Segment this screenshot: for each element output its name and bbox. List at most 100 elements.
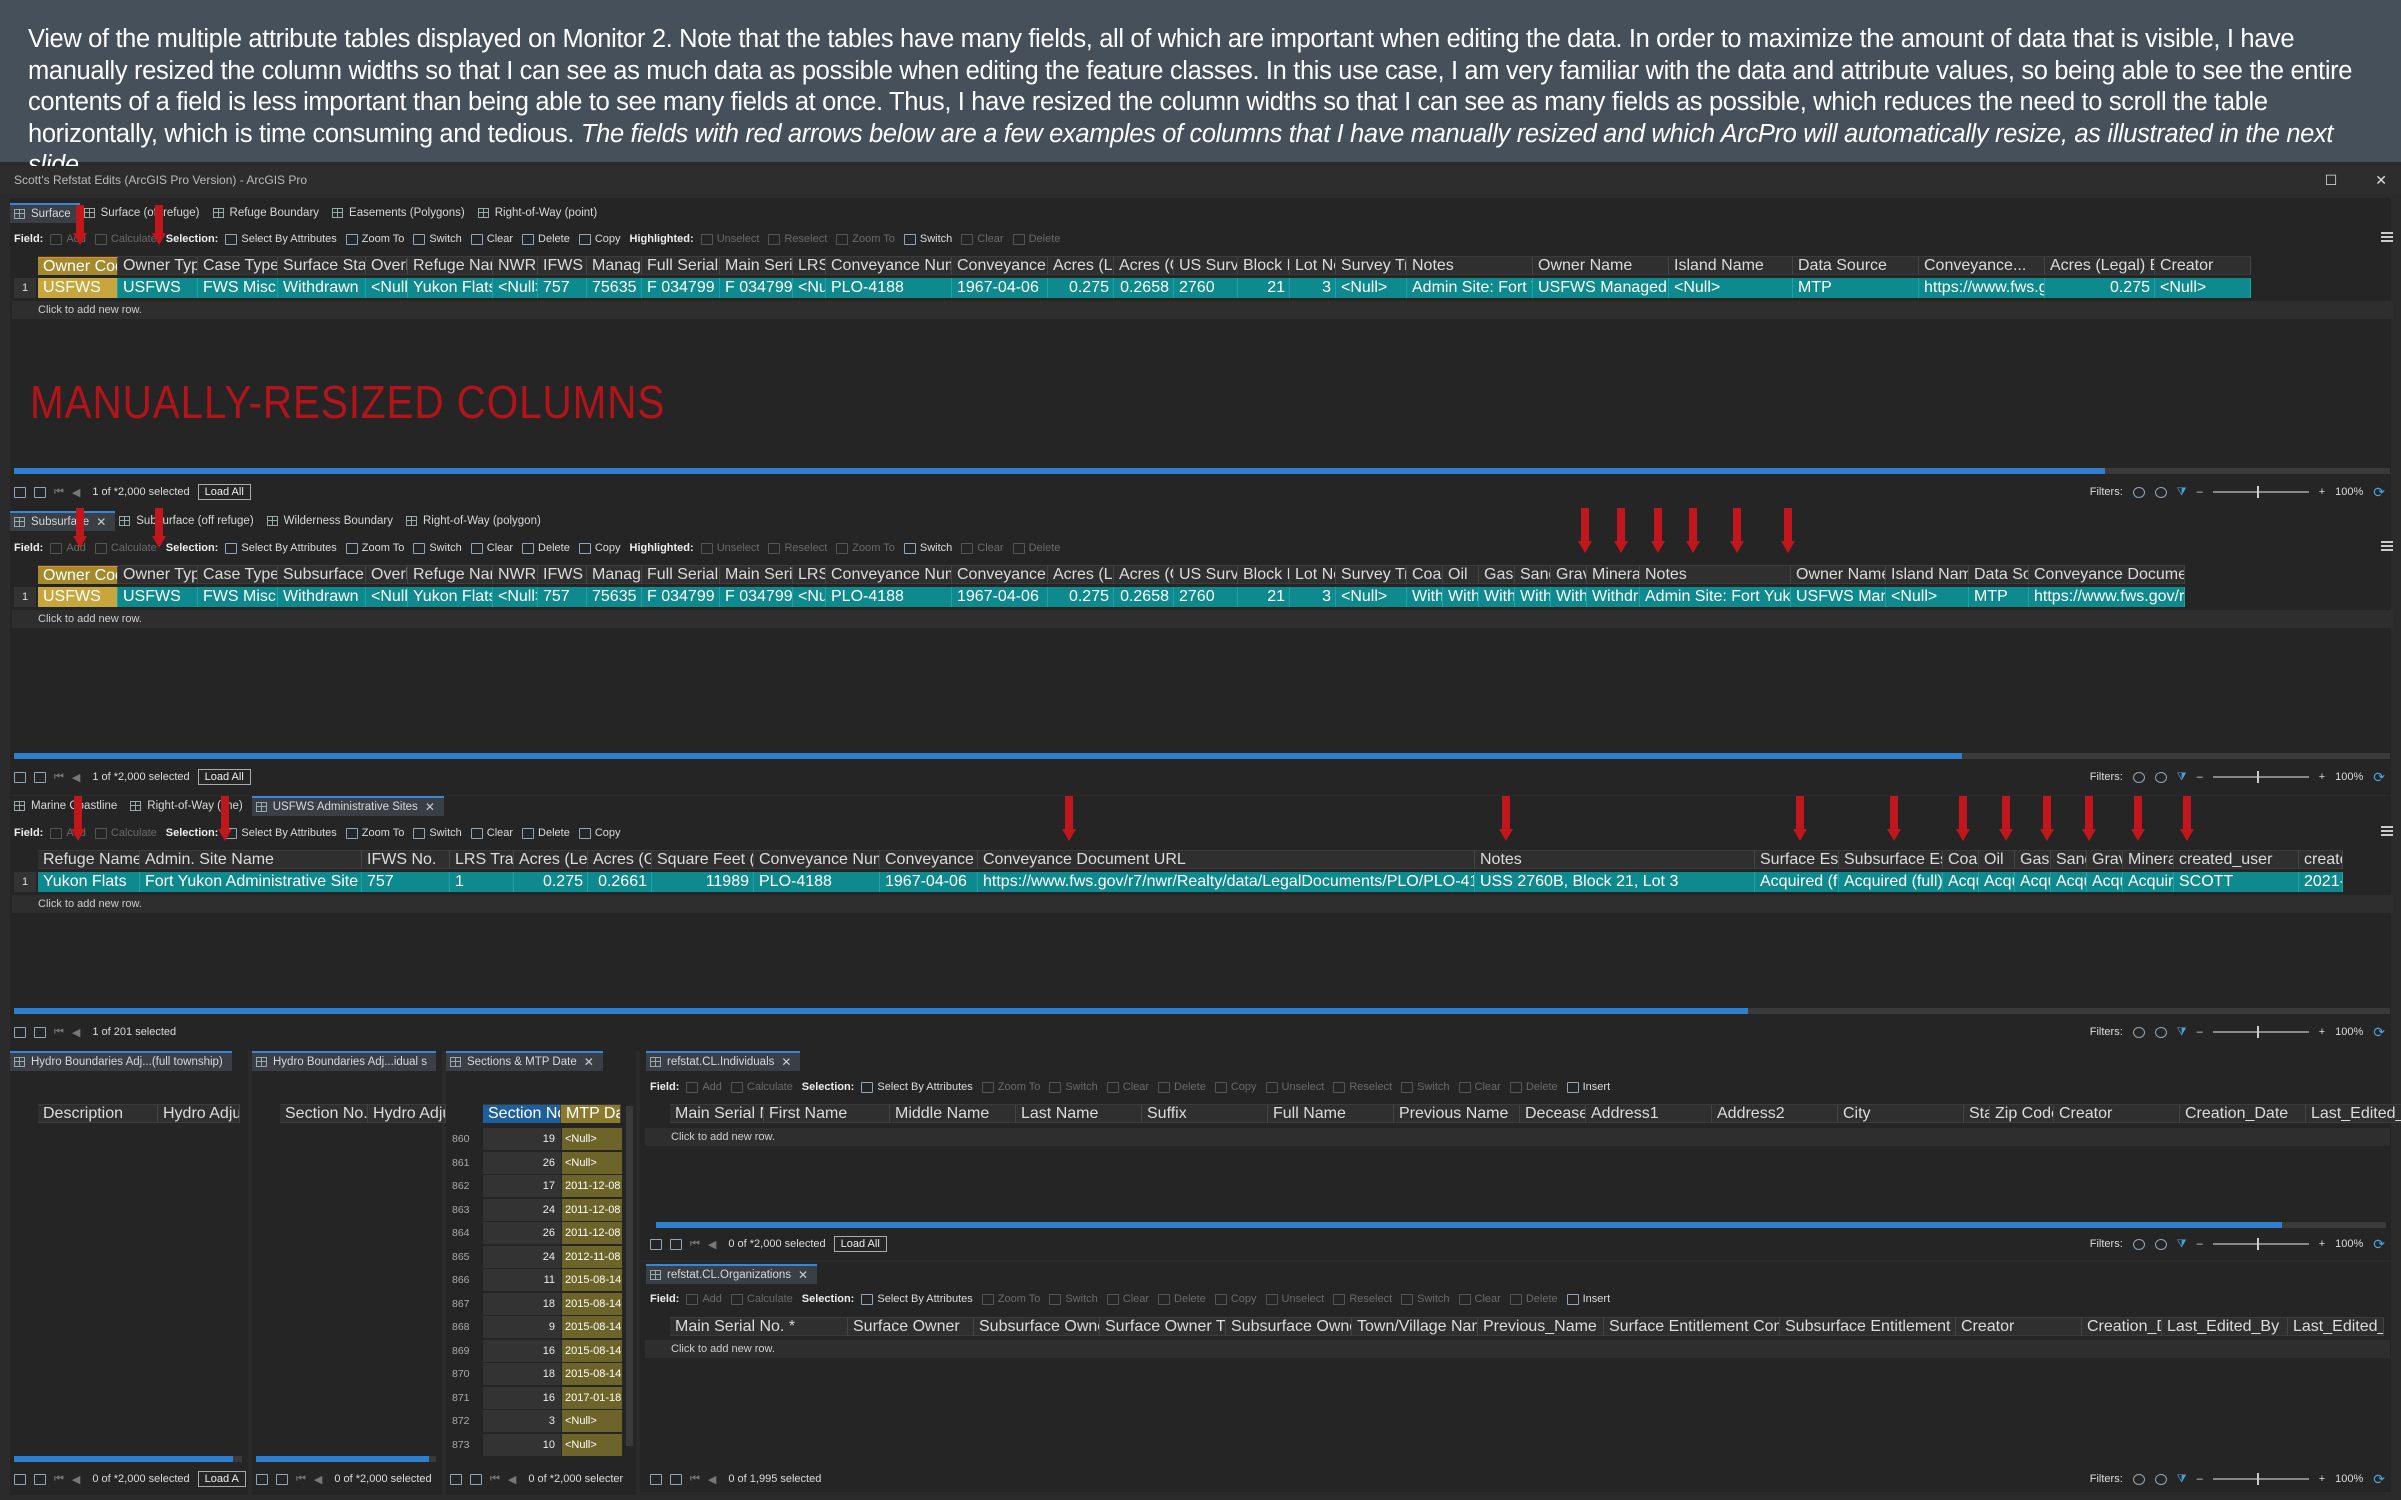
insert-button[interactable]: Insert <box>1566 1081 1610 1093</box>
column-header[interactable]: Gravel <box>1551 566 1587 584</box>
column-header[interactable]: Previous Name <box>1394 1105 1520 1123</box>
zoom-to-button[interactable]: Zoom To <box>345 542 404 554</box>
column-header[interactable]: Managed By <box>587 257 642 275</box>
column-header[interactable]: Lot No. <box>1290 257 1336 275</box>
show-all-records-icon[interactable] <box>14 1473 26 1485</box>
table-cell[interactable]: 757 <box>538 587 587 607</box>
filter-icon-2[interactable] <box>2154 771 2167 783</box>
table-cell[interactable]: USFWS Managec <box>1791 587 1886 607</box>
copy-button[interactable]: Copy <box>1214 1293 1257 1305</box>
table-cell[interactable]: 0.2661 <box>588 872 652 892</box>
section-cell[interactable]: 24 <box>483 1245 561 1268</box>
highlight-clear-button[interactable]: Clear <box>1458 1081 1501 1093</box>
copy-button[interactable]: Copy <box>578 233 621 245</box>
section-cell[interactable]: 11 <box>483 1269 561 1291</box>
column-header[interactable]: Main Serial No. * <box>720 566 793 584</box>
column-header[interactable]: Owner Type * <box>118 257 198 275</box>
switch-button[interactable]: Switch <box>413 233 462 245</box>
column-header[interactable]: Minerals <box>2123 851 2174 869</box>
column-header[interactable]: Hydro Adjusted <box>158 1105 240 1123</box>
table-cell[interactable]: PLO-4188 <box>754 872 880 892</box>
prev-record-icon[interactable]: ◀ <box>708 1473 716 1486</box>
mtp-date-cell[interactable]: 2011-12-08 <box>562 1175 622 1197</box>
prev-record-icon[interactable]: ◀ <box>314 1473 322 1486</box>
zoom-level[interactable]: 100% <box>2335 771 2363 783</box>
filter-icon-2[interactable] <box>2154 486 2167 498</box>
column-header[interactable]: Data Source <box>1793 257 1919 275</box>
zoom-in-icon[interactable]: + <box>2319 771 2325 783</box>
table-cell[interactable]: https://www.fws.gov/r7/nwr/ <box>2029 587 2185 607</box>
tab-hydro-full[interactable]: Hydro Boundaries Adj...(full township) <box>10 1051 232 1071</box>
filter-icon[interactable] <box>2132 1026 2145 1038</box>
calculate-button[interactable]: Calculate <box>730 1293 793 1305</box>
highlight-delete-button[interactable]: Delete <box>1509 1293 1558 1305</box>
column-header[interactable]: Address1 <box>1586 1105 1712 1123</box>
prev-record-icon[interactable]: ◀ <box>72 486 80 499</box>
column-header[interactable]: US Survey No. <box>1174 566 1238 584</box>
table-cell[interactable]: Acquir <box>2051 872 2087 892</box>
table-cell[interactable]: 21 <box>1238 587 1290 607</box>
zoom-slider[interactable] <box>2212 486 2309 498</box>
table-cell[interactable]: Fort Yukon Administrative Site <box>140 872 362 892</box>
zoom-out-icon[interactable]: – <box>2197 486 2203 498</box>
zoom-slider[interactable] <box>2212 1473 2309 1485</box>
column-header[interactable]: Conveyance Document URL <box>2029 566 2185 584</box>
column-header[interactable]: Conveyance Date <box>952 257 1048 275</box>
show-selected-records-icon[interactable] <box>34 1026 46 1038</box>
column-header[interactable]: Minerals <box>1587 566 1640 584</box>
zoom-to-button[interactable]: Zoom To <box>345 233 404 245</box>
show-selected-records-icon[interactable] <box>34 486 46 498</box>
column-header[interactable]: Creator <box>1956 1318 2082 1336</box>
table-cell[interactable]: MTP <box>1969 587 2029 607</box>
prev-record-icon[interactable]: ◀ <box>508 1473 516 1486</box>
prev-record-icon[interactable]: ◀ <box>72 771 80 784</box>
tab-4[interactable]: Right-of-Way (point) <box>474 203 606 223</box>
highlight-switch-button[interactable]: Switch <box>903 542 952 554</box>
table-cell[interactable]: 1967-04-06 <box>952 587 1048 607</box>
horizontal-scrollbar[interactable] <box>14 1008 2390 1014</box>
select-by-attributes-button[interactable]: Select By Attributes <box>861 1081 973 1093</box>
column-header[interactable]: Town/Village Name <box>1352 1318 1478 1336</box>
first-record-icon[interactable]: ⏮ <box>54 771 64 784</box>
close-icon[interactable]: ✕ <box>425 800 435 814</box>
column-header[interactable]: Owner Name <box>1533 257 1669 275</box>
column-header[interactable]: Conveyance Number <box>826 566 952 584</box>
tab-organizations[interactable]: refstat.CL.Organizations ✕ <box>646 1264 818 1284</box>
column-header[interactable]: Case Type <box>198 566 278 584</box>
column-header[interactable]: Creation_Date <box>2082 1318 2162 1336</box>
refresh-icon[interactable]: ⟳ <box>2373 769 2385 786</box>
show-all-records-icon[interactable] <box>14 1026 26 1038</box>
scrollbar-thumb[interactable] <box>14 753 1962 759</box>
column-header[interactable]: Gravel <box>2087 851 2123 869</box>
column-header[interactable]: Last Name <box>1016 1105 1142 1123</box>
column-header[interactable]: Acres (Legal) <box>1048 257 1114 275</box>
mtp-date-cell[interactable]: 2011-12-08 <box>562 1198 622 1221</box>
section-cell[interactable]: 16 <box>483 1386 561 1409</box>
table-cell[interactable]: USFWS <box>118 587 198 607</box>
column-header[interactable]: Zip Code <box>1990 1105 2054 1123</box>
table-cell[interactable]: 1967-04-06 <box>952 278 1048 298</box>
delete-button[interactable]: Delete <box>522 827 570 839</box>
table-cell[interactable]: Admin Site: Fort Yukon Adm <box>1640 587 1791 607</box>
column-header[interactable]: Square Feet (Legal) <box>652 851 754 869</box>
unselect-button[interactable]: Unselect <box>1265 1081 1324 1093</box>
tab-3[interactable]: Easements (Polygons) <box>328 203 474 223</box>
row-number[interactable]: 867 <box>452 1293 482 1315</box>
table-cell[interactable]: USFWS Managed Land <box>1533 278 1669 298</box>
first-record-icon[interactable]: ⏮ <box>54 486 64 499</box>
tab-0[interactable]: Marine Coastline <box>10 796 126 816</box>
table-cell[interactable]: 75635 <box>587 278 642 298</box>
column-header[interactable]: Block No. <box>1238 257 1290 275</box>
close-icon[interactable]: ✕ <box>798 1268 808 1282</box>
show-selected-records-icon[interactable] <box>670 1238 682 1250</box>
show-all-records-icon[interactable] <box>650 1238 662 1250</box>
table-cell[interactable]: 11989 <box>652 872 754 892</box>
zoom-to-button[interactable]: Zoom To <box>345 827 404 839</box>
calculate-button[interactable]: Calculate <box>730 1081 793 1093</box>
table-cell[interactable]: <Null> <box>1336 587 1407 607</box>
table-cell[interactable]: <Null> <box>793 278 826 298</box>
refresh-icon[interactable]: ⟳ <box>2373 1236 2385 1253</box>
delete-button[interactable]: Delete <box>522 542 570 554</box>
filter-icon[interactable] <box>2132 771 2145 783</box>
highlight-clear-button[interactable]: Clear <box>1458 1293 1501 1305</box>
